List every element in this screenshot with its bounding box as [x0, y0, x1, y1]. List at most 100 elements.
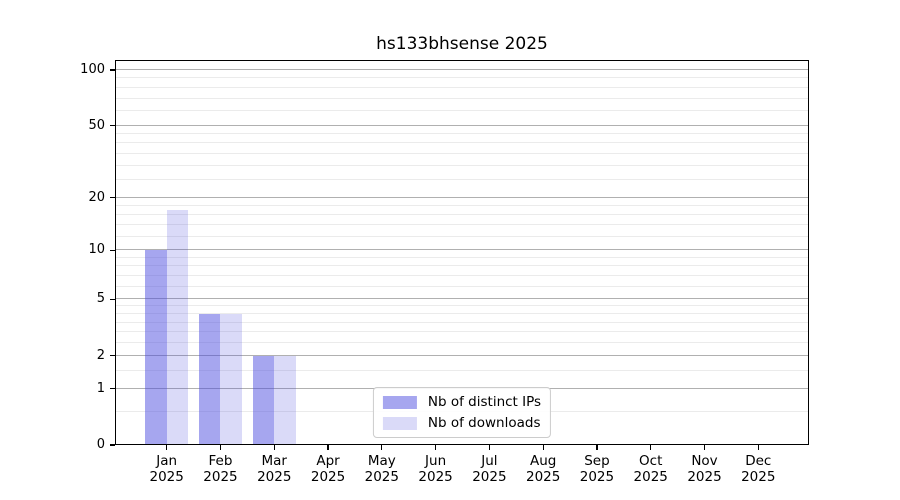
x-tick-month: Nov: [691, 453, 718, 469]
x-tick-mark-jul: [488, 445, 491, 450]
x-tick-year: 2025: [687, 469, 722, 485]
gridline-y-minor-6: [115, 285, 809, 287]
legend-item-distinct-ips: Nb of distinct IPs: [382, 394, 542, 410]
x-tick-year: 2025: [310, 469, 346, 485]
gridline-y-minor-14: [115, 223, 809, 225]
x-tick-year: 2025: [579, 469, 615, 485]
gridline-y-minor-35: [115, 152, 809, 154]
gridline-y-5: [115, 298, 809, 300]
x-tick-label-jul: Jul 2025: [472, 453, 506, 485]
legend-swatch-downloads: [382, 416, 417, 430]
x-tick-label-jun: Jun 2025: [418, 453, 452, 485]
x-tick-month: Oct: [639, 453, 663, 469]
gridline-y-minor-9: [115, 256, 809, 258]
x-tick-year: 2025: [525, 469, 561, 485]
x-tick-month: Jun: [425, 453, 447, 469]
bar-downloads-mar: [274, 355, 296, 445]
x-tick-mark-feb: [219, 445, 222, 450]
y-tick-mark-1: [110, 388, 115, 390]
gridline-y-minor-30: [115, 164, 809, 166]
x-tick-label-mar: Mar 2025: [257, 453, 291, 485]
gridline-y-minor-12: [115, 235, 809, 237]
bar-downloads-jan: [166, 210, 189, 445]
gridline-y-20: [115, 196, 809, 198]
x-tick-month: Apr: [316, 453, 340, 469]
x-tick-mark-may: [381, 445, 383, 450]
y-tick-mark-20: [110, 196, 115, 199]
gridline-y-minor-90: [115, 77, 809, 79]
x-tick-label-sep: Sep 2025: [580, 453, 614, 485]
y-tick-label-2: 2: [96, 347, 105, 363]
gridline-y-minor-16: [115, 213, 809, 215]
legend-item-downloads: Nb of downloads: [382, 415, 541, 431]
x-tick-year: 2025: [418, 469, 453, 485]
gridline-y-minor-40: [115, 142, 809, 144]
x-tick-year: 2025: [472, 469, 507, 485]
gridline-y-100: [115, 69, 809, 70]
x-tick-label-feb: Feb 2025: [203, 453, 237, 485]
x-tick-month: Sep: [584, 453, 610, 469]
y-tick-mark-100: [110, 69, 115, 71]
y-tick-label-5: 5: [96, 291, 105, 307]
x-tick-month: May: [367, 453, 396, 469]
x-tick-mark-aug: [542, 445, 544, 450]
plot-area: Nb of distinct IPs Nb of downloads 0 1 2 5 1…: [80, 60, 809, 485]
x-tick-year: 2025: [633, 469, 668, 485]
x-tick-label-dec: Dec 2025: [741, 453, 775, 485]
x-tick-year: 2025: [741, 469, 776, 485]
chart-figure: hs133bhsense 2025 Nb of distinct IPs Nb …: [0, 0, 900, 500]
x-tick-month: Aug: [529, 453, 557, 469]
x-tick-mark-jun: [434, 445, 437, 450]
gridline-y-10: [115, 249, 809, 251]
x-tick-month: Mar: [261, 453, 287, 469]
x-tick-mark-jan: [166, 445, 168, 450]
y-tick-label-10: 10: [88, 242, 105, 258]
chart-title: hs133bhsense 2025: [376, 34, 548, 54]
x-tick-month: Dec: [745, 453, 772, 469]
y-tick-label-20: 20: [88, 189, 105, 205]
legend-label-distinct-ips: Nb of distinct IPs: [427, 394, 542, 410]
x-tick-label-nov: Nov 2025: [687, 453, 721, 485]
x-tick-label-aug: Aug 2025: [526, 453, 560, 485]
gridline-y-minor-18: [115, 204, 809, 206]
x-tick-mark-dec: [757, 445, 759, 450]
x-tick-year: 2025: [149, 469, 184, 485]
x-tick-month: Jul: [481, 453, 498, 469]
gridline-y-minor-8: [115, 265, 809, 267]
y-tick-label-0: 0: [96, 437, 105, 453]
y-tick-mark-10: [110, 249, 115, 251]
x-tick-year: 2025: [364, 469, 399, 485]
x-tick-month: Feb: [208, 453, 233, 469]
x-tick-label-may: May 2025: [365, 453, 399, 485]
legend-swatch-distinct-ips: [382, 395, 417, 409]
x-tick-mark-apr: [327, 445, 329, 450]
y-tick-mark-2: [110, 355, 115, 357]
x-tick-label-oct: Oct 2025: [634, 453, 668, 485]
x-tick-month: Jan: [156, 453, 178, 469]
y-tick-label-100: 100: [80, 62, 105, 78]
y-tick-label-1: 1: [96, 380, 105, 396]
bar-downloads-feb: [220, 314, 242, 445]
x-tick-mark-oct: [650, 445, 652, 450]
bar-distinct-ips-mar: [252, 355, 275, 445]
bar-distinct-ips-jan: [145, 250, 167, 445]
legend-label-downloads: Nb of downloads: [427, 415, 541, 431]
gridline-y-minor-25: [115, 179, 809, 181]
x-tick-label-jan: Jan 2025: [150, 453, 184, 485]
gridline-y-50: [115, 124, 809, 126]
y-tick-mark-0: [110, 444, 115, 446]
gridline-y-minor-70: [115, 97, 809, 99]
x-tick-label-apr: Apr 2025: [311, 453, 345, 485]
bar-distinct-ips-feb: [198, 314, 221, 445]
gridline-y-minor-80: [115, 86, 809, 88]
x-tick-mark-nov: [703, 445, 706, 450]
gridline-y-minor-45: [115, 132, 809, 134]
gridline-y-minor-60: [115, 109, 809, 111]
x-tick-year: 2025: [257, 469, 292, 485]
x-tick-mark-sep: [596, 445, 598, 450]
x-tick-mark-mar: [273, 445, 275, 450]
legend: Nb of distinct IPs Nb of downloads: [372, 387, 552, 438]
y-tick-label-50: 50: [88, 117, 105, 133]
x-tick-year: 2025: [203, 469, 238, 485]
gridline-y-minor-7: [115, 275, 809, 277]
